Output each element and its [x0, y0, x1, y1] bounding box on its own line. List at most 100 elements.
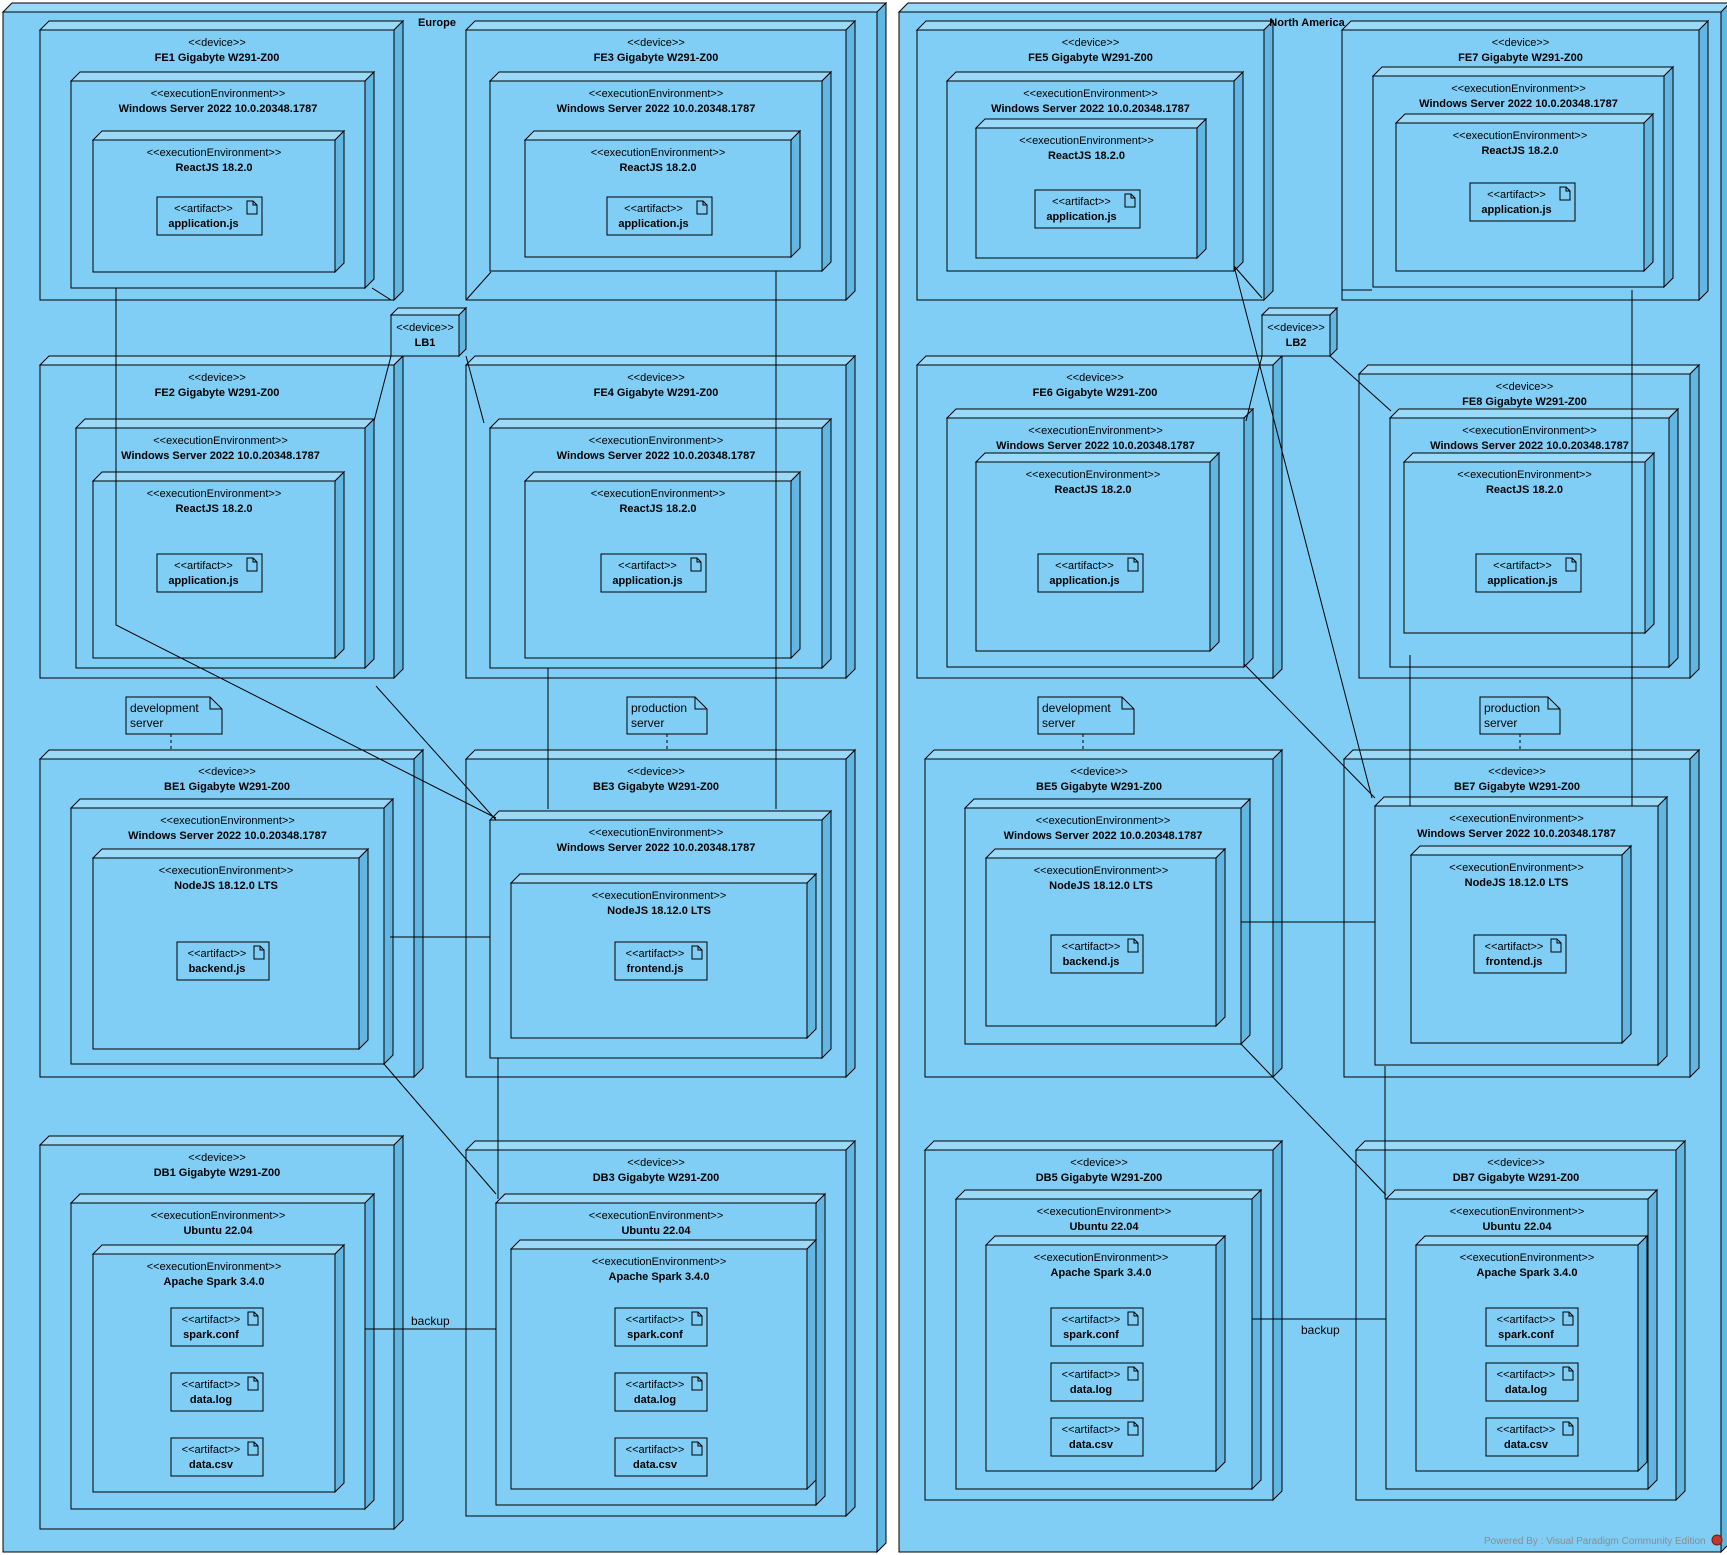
artifact: <<artifact>> data.log: [1485, 1362, 1579, 1402]
node-label: Ubuntu 22.04: [621, 1225, 691, 1237]
artifact: <<artifact>> application.js: [1037, 553, 1144, 593]
artifact: <<artifact>> backend.js: [1050, 934, 1144, 974]
stereotype-label: <<artifact>>: [1485, 941, 1544, 953]
node-label: ReactJS 18.2.0: [175, 162, 252, 174]
stereotype-label: <<executionEnvironment>>: [1028, 425, 1163, 437]
stereotype-label: <<executionEnvironment>>: [159, 865, 294, 877]
node-label: NodeJS 18.12.0 LTS: [607, 905, 711, 917]
artifact-label: application.js: [612, 575, 682, 587]
device-node: <<device>> LB1: [389, 306, 468, 358]
node-label: ReactJS 18.2.0: [1486, 484, 1563, 496]
artifact-label: data.log: [634, 1394, 676, 1406]
execution-environment: <<executionEnvironment>> ReactJS 18.2.0: [974, 451, 1221, 653]
stereotype-label: <<device>>: [188, 37, 246, 49]
node-label: BE1 Gigabyte W291-Z00: [164, 781, 290, 793]
node-label: NodeJS 18.12.0 LTS: [174, 880, 278, 892]
node-label: Windows Server 2022 10.0.20348.1787: [1430, 440, 1629, 452]
node-label: Apache Spark 3.4.0: [164, 1276, 265, 1288]
nodes-layer: <<device>> FE1 Gigabyte W291-Z00 <<executi…: [1, 1, 1727, 1554]
stereotype-label: <<executionEnvironment>>: [1023, 88, 1158, 100]
artifact-label: data.csv: [1069, 1439, 1114, 1451]
stereotype-label: <<artifact>>: [188, 948, 247, 960]
node-label: Ubuntu 22.04: [1069, 1221, 1139, 1233]
watermark-text: Powered By : Visual Paradigm Community E…: [1484, 1536, 1706, 1547]
stereotype-label: <<artifact>>: [1497, 1369, 1556, 1381]
node-label: Windows Server 2022 10.0.20348.1787: [991, 103, 1190, 115]
artifact-label: data.log: [1070, 1384, 1112, 1396]
artifact: <<artifact>> spark.conf: [614, 1307, 708, 1347]
artifact: <<artifact>> data.csv: [1050, 1417, 1144, 1457]
stereotype-label: <<executionEnvironment>>: [1462, 425, 1597, 437]
node-label: Ubuntu 22.04: [183, 1225, 253, 1237]
stereotype-label: <<artifact>>: [1497, 1424, 1556, 1436]
artifact-label: spark.conf: [1498, 1329, 1554, 1341]
stereotype-label: <<device>>: [1487, 1157, 1545, 1169]
node-label: FE2 Gigabyte W291-Z00: [155, 387, 280, 399]
artifact: <<artifact>> data.csv: [1485, 1417, 1579, 1457]
artifact-label: application.js: [168, 218, 238, 230]
stereotype-label: <<executionEnvironment>>: [1034, 1252, 1169, 1264]
artifact: <<artifact>> application.js: [600, 553, 707, 593]
stereotype-label: <<artifact>>: [1493, 560, 1552, 572]
artifact: <<artifact>> frontend.js: [1473, 934, 1567, 974]
stereotype-label: <<artifact>>: [1062, 1424, 1121, 1436]
artifact: <<artifact>> spark.conf: [1050, 1307, 1144, 1347]
stereotype-label: <<executionEnvironment>>: [589, 827, 724, 839]
node-label: ReactJS 18.2.0: [175, 503, 252, 515]
artifact: <<artifact>> spark.conf: [170, 1307, 264, 1347]
stereotype-label: <<artifact>>: [626, 948, 685, 960]
stereotype-label: <<executionEnvironment>>: [1453, 130, 1588, 142]
node-label: LB2: [1286, 337, 1307, 349]
note-text: server: [1484, 716, 1517, 730]
stereotype-label: <<artifact>>: [1062, 1369, 1121, 1381]
artifact-label: data.log: [1505, 1384, 1547, 1396]
stereotype-label: <<device>>: [1062, 37, 1120, 49]
node-label: DB7 Gigabyte W291-Z00: [1453, 1172, 1580, 1184]
node-label: Windows Server 2022 10.0.20348.1787: [121, 450, 320, 462]
stereotype-label: <<artifact>>: [1487, 189, 1546, 201]
stereotype-label: <<device>>: [188, 1152, 246, 1164]
stereotype-label: <<executionEnvironment>>: [1026, 469, 1161, 481]
stereotype-label: <<executionEnvironment>>: [1019, 135, 1154, 147]
node-label: BE7 Gigabyte W291-Z00: [1454, 781, 1580, 793]
node-label: BE5 Gigabyte W291-Z00: [1036, 781, 1162, 793]
stereotype-label: <<device>>: [1496, 381, 1554, 393]
node-label: FE3 Gigabyte W291-Z00: [594, 52, 719, 64]
note-text: server: [631, 716, 664, 730]
stereotype-label: <<artifact>>: [618, 560, 677, 572]
stereotype-label: <<executionEnvironment>>: [153, 435, 288, 447]
stereotype-label: <<device>>: [1492, 37, 1550, 49]
artifact-label: spark.conf: [627, 1329, 683, 1341]
stereotype-label: <<device>>: [1070, 766, 1128, 778]
region-label: Europe: [418, 17, 456, 29]
artifact-label: spark.conf: [183, 1329, 239, 1341]
stereotype-label: <<executionEnvironment>>: [1450, 1206, 1585, 1218]
artifact: <<artifact>> application.js: [1469, 182, 1576, 222]
node-label: Windows Server 2022 10.0.20348.1787: [996, 440, 1195, 452]
stereotype-label: <<executionEnvironment>>: [591, 147, 726, 159]
note-text: server: [1042, 716, 1075, 730]
stereotype-label: <<executionEnvironment>>: [1449, 862, 1584, 874]
node-label: FE1 Gigabyte W291-Z00: [155, 52, 280, 64]
artifact-label: spark.conf: [1063, 1329, 1119, 1341]
artifact-label: application.js: [1046, 211, 1116, 223]
stereotype-label: <<device>>: [1267, 322, 1325, 334]
artifact-label: frontend.js: [627, 963, 684, 975]
stereotype-label: <<executionEnvironment>>: [592, 890, 727, 902]
stereotype-label: <<executionEnvironment>>: [1451, 83, 1586, 95]
node-label: ReactJS 18.2.0: [1048, 150, 1125, 162]
artifact: <<artifact>> backend.js: [176, 941, 270, 981]
node-label: BE3 Gigabyte W291-Z00: [593, 781, 719, 793]
stereotype-label: <<executionEnvironment>>: [1034, 865, 1169, 877]
stereotype-label: <<device>>: [1488, 766, 1546, 778]
stereotype-label: <<artifact>>: [626, 1444, 685, 1456]
stereotype-label: <<executionEnvironment>>: [151, 88, 286, 100]
stereotype-label: <<artifact>>: [1055, 560, 1114, 572]
stereotype-label: <<device>>: [627, 1157, 685, 1169]
artifact-label: application.js: [1481, 204, 1551, 216]
artifact: <<artifact>> application.js: [606, 196, 713, 236]
node-label: Windows Server 2022 10.0.20348.1787: [119, 103, 318, 115]
device-node: <<device>> LB2: [1260, 306, 1339, 358]
artifact-label: backend.js: [189, 963, 246, 975]
artifact: <<artifact>> data.log: [170, 1372, 264, 1412]
